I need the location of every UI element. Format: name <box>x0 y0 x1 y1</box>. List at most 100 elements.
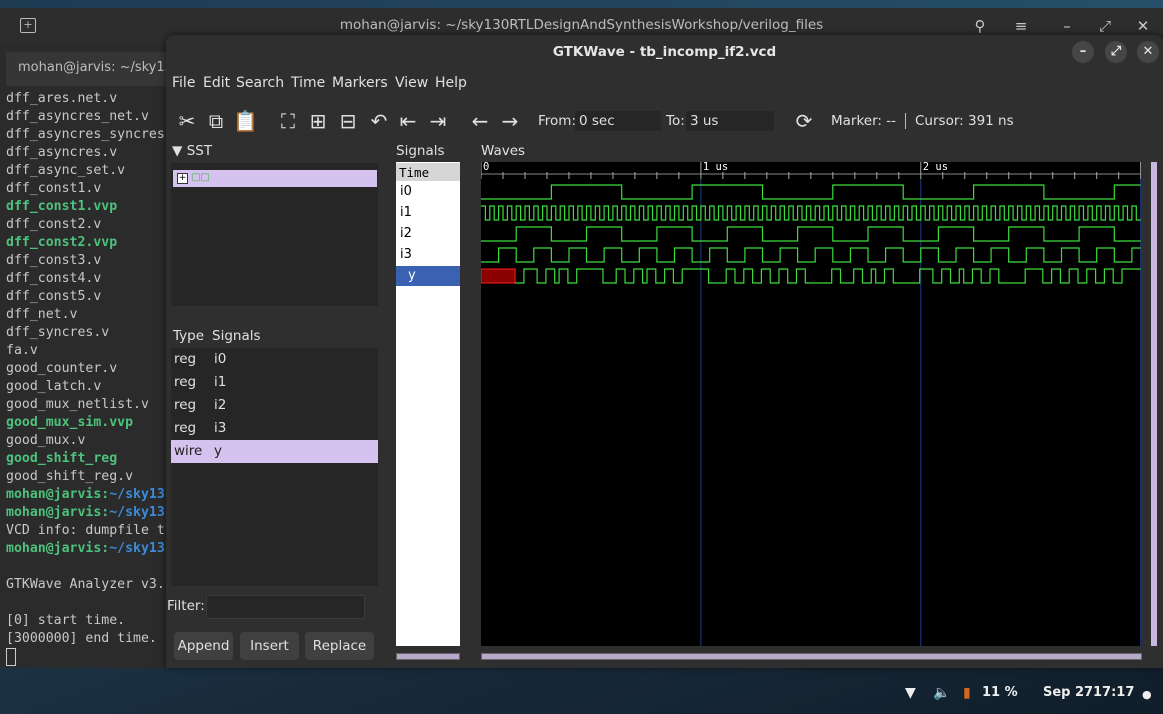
marker-readout: Marker: -- <box>831 113 897 129</box>
next-edge-icon[interactable]: → <box>498 110 522 132</box>
to-field[interactable]: 3 us <box>686 111 774 131</box>
menu-search[interactable]: Search <box>236 75 284 91</box>
wave-y-undefined <box>480 268 516 284</box>
signal-list: reg i0 reg i1 reg i2 reg i3 wire y <box>171 348 378 586</box>
signal-row-i1[interactable]: i1 <box>396 203 460 223</box>
waves-pane-header: Waves <box>481 143 526 159</box>
signal-list-row[interactable]: reg i1 <box>171 371 378 394</box>
volume-icon[interactable]: 🔈 <box>933 685 950 701</box>
expand-icon[interactable]: + <box>177 173 188 184</box>
prompt-user: mohan@jarvis: <box>6 487 110 502</box>
maximize-button[interactable]: ⤢ <box>1105 41 1127 63</box>
signal-row-i0[interactable]: i0 <box>396 182 460 202</box>
signal-name: i2 <box>214 397 227 413</box>
signal-name: i1 <box>214 374 227 390</box>
menu-file[interactable]: File <box>172 75 195 91</box>
signal-list-row[interactable]: reg i0 <box>171 348 378 371</box>
signal-name: i3 <box>214 420 227 436</box>
waveform-canvas[interactable]: 01 us2 us3 u <box>480 161 1162 646</box>
battery-percent: 11 % <box>982 685 1018 700</box>
terminal-tab-label: mohan@jarvis: ~/sky130 <box>18 60 182 75</box>
signal-list-row[interactable]: wire y <box>171 440 378 463</box>
sst-node-tb[interactable]: + □□ <box>173 170 377 187</box>
battery-icon[interactable]: ▮ <box>963 685 971 701</box>
time-row: Time <box>396 163 460 181</box>
menu-edit[interactable]: Edit <box>203 75 230 91</box>
menu-markers[interactable]: Markers <box>332 75 388 91</box>
waves-hscrollbar[interactable] <box>481 653 1142 660</box>
prompt-path: ~/sky13 <box>109 505 165 520</box>
time-tick-label: 1 us <box>703 162 728 173</box>
signal-list-row[interactable]: reg i2 <box>171 394 378 417</box>
previous-edge-icon[interactable]: ← <box>468 110 492 132</box>
signal-row-i3[interactable]: i3 <box>396 245 460 265</box>
signals-column-header: Signals <box>212 328 261 344</box>
wave-y <box>515 268 1141 284</box>
close-button[interactable]: ✕ <box>1137 41 1159 63</box>
signal-row-i2[interactable]: i2 <box>396 224 460 244</box>
menu-help[interactable]: Help <box>435 75 467 91</box>
clock-label[interactable]: 17:17 <box>1093 685 1134 700</box>
minimize-button[interactable]: – <box>1072 41 1094 63</box>
from-label: From: <box>538 113 576 129</box>
terminal-cursor <box>6 648 16 666</box>
window-title: GTKWave - tb_incomp_if2.vcd <box>552 44 777 60</box>
append-button[interactable]: Append <box>174 632 233 660</box>
insert-button[interactable]: Insert <box>240 632 299 660</box>
to-label: To: <box>666 113 685 129</box>
cursor-readout: Cursor: 391 ns <box>915 113 1014 129</box>
replace-button[interactable]: Replace <box>305 632 374 660</box>
signal-name: y <box>214 443 222 459</box>
menu-icon[interactable]: ≡ <box>1011 17 1031 35</box>
signal-type: reg <box>174 420 197 436</box>
date-label[interactable]: Sep 27 <box>1043 685 1093 700</box>
sst-header[interactable]: ▼ SST <box>172 143 212 159</box>
filter-label: Filter: <box>167 598 205 614</box>
maximize-icon[interactable]: ⤢ <box>1095 17 1115 35</box>
wave-i1 <box>481 205 1141 221</box>
wifi-icon[interactable]: ▼ <box>905 685 916 701</box>
signal-row-y[interactable]: y <box>396 266 460 286</box>
time-tick-label: 2 us <box>923 162 948 173</box>
prompt-path: ~/sky13 <box>109 541 165 556</box>
cut-icon[interactable]: ✂ <box>175 110 199 132</box>
close-icon[interactable]: ✕ <box>1133 17 1153 35</box>
copy-icon[interactable]: ⧉ <box>204 110 228 132</box>
signal-type: reg <box>174 351 197 367</box>
time-tick-label: 0 <box>483 162 489 173</box>
signal-type: wire <box>174 443 203 459</box>
wave-i0 <box>481 184 1141 200</box>
toolbar-separator <box>905 113 906 129</box>
prompt-path: ~/sky13 <box>109 487 165 502</box>
zoom-in-icon[interactable]: ⊞ <box>306 110 330 132</box>
search-icon[interactable]: ⚲ <box>970 17 990 35</box>
prompt-user: mohan@jarvis: <box>6 505 110 520</box>
reload-icon[interactable]: ⟳ <box>792 110 816 132</box>
signal-name: i0 <box>214 351 227 367</box>
type-column-header: Type <box>173 328 205 344</box>
gtkwave-window: GTKWave - tb_incomp_if2.vcd – ⤢ ✕ File E… <box>166 35 1163 668</box>
signal-type: reg <box>174 374 197 390</box>
paste-icon[interactable]: 📋 <box>233 110 258 132</box>
module-icon: □□ <box>191 172 210 183</box>
signal-type: reg <box>174 397 197 413</box>
signals-hscrollbar[interactable] <box>396 653 460 660</box>
signal-list-header: Type Signals <box>173 328 261 344</box>
wave-i3 <box>481 247 1141 263</box>
zoom-start-icon[interactable]: ⇤ <box>396 110 420 132</box>
minimize-icon[interactable]: – <box>1057 17 1077 35</box>
menu-view[interactable]: View <box>395 75 428 91</box>
waves-vscrollbar[interactable] <box>1151 162 1157 646</box>
waves-pane[interactable]: 01 us2 us3 u <box>480 161 1162 646</box>
notification-icon[interactable]: ● <box>1142 688 1152 701</box>
menu-time[interactable]: Time <box>291 75 325 91</box>
signal-list-row[interactable]: reg i3 <box>171 417 378 440</box>
signals-pane-header: Signals <box>396 143 445 159</box>
zoom-fit-icon[interactable]: ⛶ <box>276 110 300 132</box>
from-field[interactable]: 0 sec <box>575 111 661 131</box>
zoom-end-icon[interactable]: ⇥ <box>426 110 450 132</box>
zoom-out-icon[interactable]: ⊟ <box>336 110 360 132</box>
sst-header-label: SST <box>186 143 213 159</box>
undo-zoom-icon[interactable]: ↶ <box>367 110 391 132</box>
filter-input[interactable] <box>206 595 365 619</box>
